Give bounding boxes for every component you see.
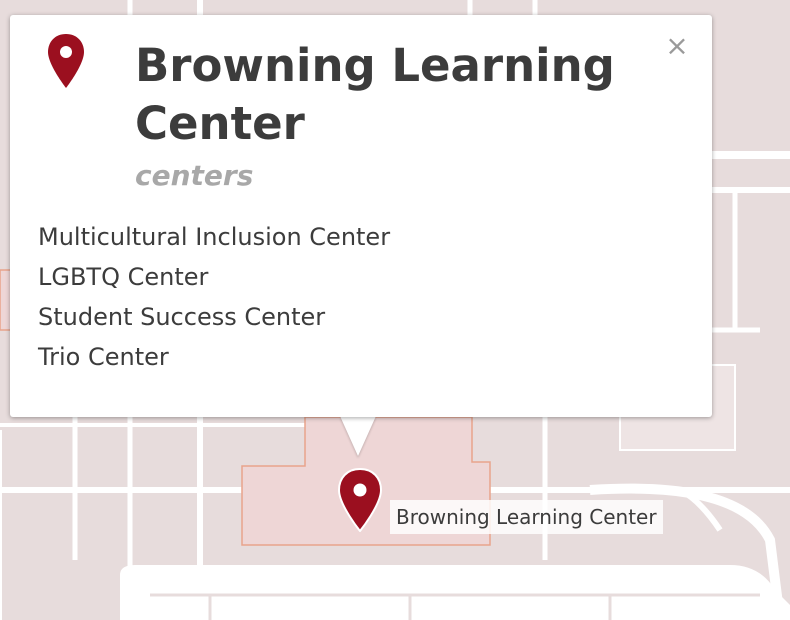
center-list: Multicultural Inclusion Center LGBTQ Cen…: [38, 217, 390, 377]
popup-category: centers: [135, 159, 254, 192]
map-pin-icon: [48, 34, 84, 88]
marker-label[interactable]: Browning Learning Center: [390, 500, 663, 534]
list-item: Multicultural Inclusion Center: [38, 223, 391, 251]
list-item: LGBTQ Center: [38, 263, 209, 291]
list-item: Trio Center: [38, 343, 169, 371]
main-road: [120, 565, 790, 620]
list-item: Student Success Center: [38, 303, 326, 331]
location-marker[interactable]: [338, 468, 382, 532]
info-popup: Browning Learning Center centers Multicu…: [10, 15, 712, 417]
popup-tail: [340, 416, 376, 456]
popup-title: Browning Learning Center: [135, 39, 615, 150]
close-button[interactable]: ×: [662, 31, 692, 61]
